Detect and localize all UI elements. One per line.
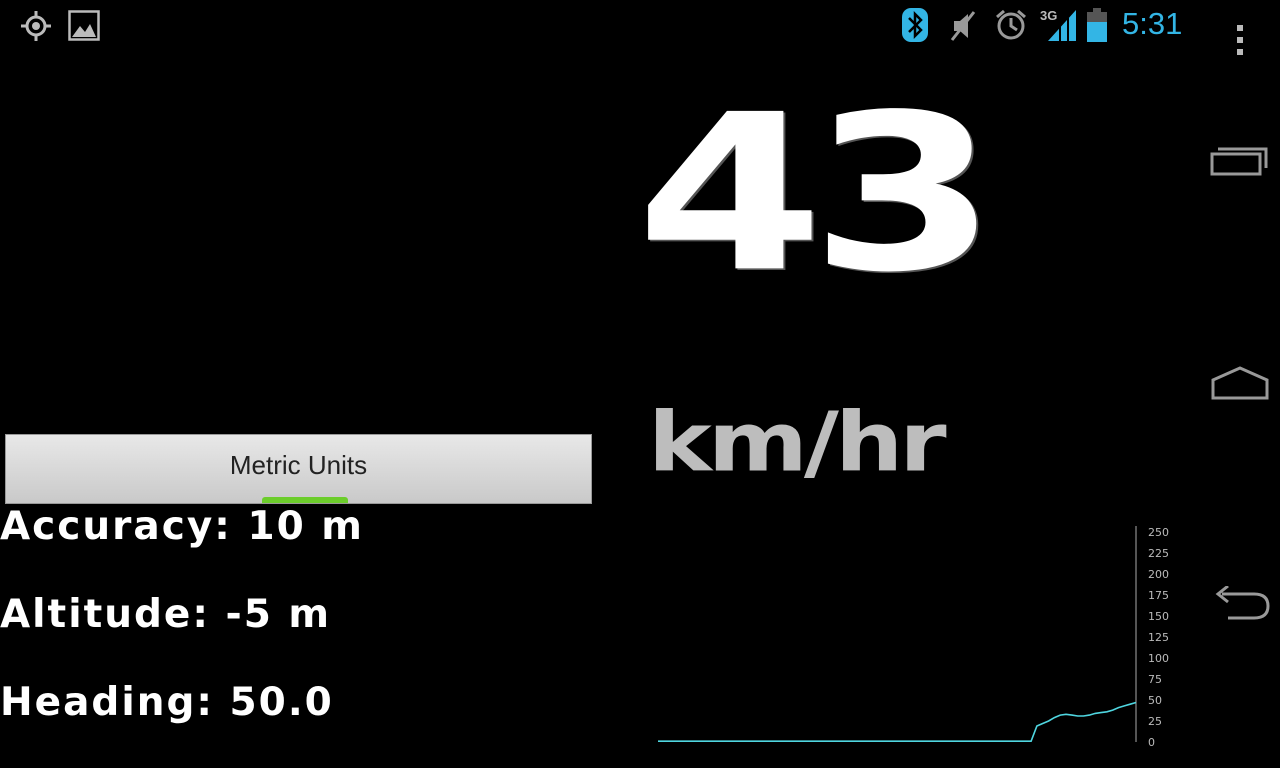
home-icon: [1211, 366, 1269, 400]
network-type-label: 3G: [1040, 8, 1057, 23]
status-clock: 5:31: [1122, 6, 1183, 41]
accuracy-text: Accuracy: 10 m: [0, 504, 364, 549]
heading-text: Heading: 50.0: [0, 680, 334, 725]
signal-3g-icon: 3G: [1040, 6, 1078, 46]
bluetooth-icon: [902, 8, 928, 46]
gallery-icon: [68, 10, 100, 46]
metric-units-button[interactable]: Metric Units: [5, 434, 592, 504]
chart-tick-label: 225: [1148, 547, 1169, 560]
chart-tick-label: 75: [1148, 673, 1162, 686]
chart-tick-label: 25: [1148, 715, 1162, 728]
navigation-bar: [1200, 0, 1280, 768]
speed-value: 43: [636, 67, 998, 320]
alarm-icon: [994, 8, 1028, 46]
chart-tick-label: 200: [1148, 568, 1169, 581]
back-icon: [1215, 586, 1270, 620]
speed-history-chart: 2502252001751501251007550250: [658, 526, 1169, 749]
chart-tick-label: 150: [1148, 610, 1169, 623]
chart-tick-label: 0: [1148, 736, 1155, 749]
battery-icon: [1086, 8, 1108, 46]
chart-tick-label: 175: [1148, 589, 1169, 602]
speed-series-line: [658, 701, 1137, 742]
overflow-menu-button[interactable]: [1200, 18, 1280, 62]
recent-apps-icon: [1210, 147, 1268, 176]
metric-units-label: Metric Units: [229, 449, 368, 480]
speed-unit: km/hr: [648, 394, 947, 491]
recent-apps-button[interactable]: [1200, 130, 1280, 190]
chart-tick-label: 250: [1148, 526, 1169, 539]
chart-tick-label: 125: [1148, 631, 1169, 644]
home-button[interactable]: [1200, 354, 1280, 414]
chart-tick-label: 50: [1148, 694, 1162, 707]
altitude-text: Altitude: -5 m: [0, 592, 332, 637]
gps-icon: [20, 10, 52, 46]
status-bar: 3G 5:31: [0, 0, 1200, 52]
back-button[interactable]: [1200, 576, 1280, 636]
muted-icon: [948, 10, 978, 46]
toggle-indicator: [262, 497, 348, 503]
overflow-menu-icon: [1237, 25, 1243, 55]
chart-tick-label: 100: [1148, 652, 1169, 665]
